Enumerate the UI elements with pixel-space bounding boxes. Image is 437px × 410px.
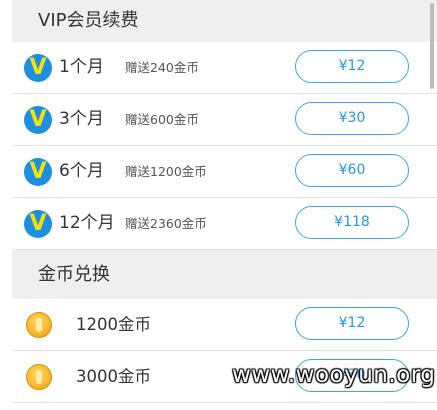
watermark-text: www.wooyun.org	[232, 362, 436, 388]
coin-item-row: 1200金币 ¥12	[12, 299, 437, 351]
vip-plan-row: V 3个月 赠送600金币 ¥30	[12, 94, 437, 146]
vip-v-icon: V	[24, 210, 52, 238]
coin-amount: 1200金币	[76, 315, 151, 334]
plan-gift: 赠送2360金币	[125, 216, 207, 231]
vip-section-header: VIP会员续费	[12, 0, 437, 42]
plan-gift: 赠送600金币	[125, 112, 199, 127]
price-button[interactable]: ¥118	[295, 206, 409, 239]
vip-v-icon: V	[24, 106, 52, 134]
plan-gift: 赠送240金币	[125, 60, 199, 75]
vip-plan-row: V 1个月 赠送240金币 ¥12	[12, 42, 437, 94]
plan-duration: 1个月	[59, 57, 104, 77]
vip-v-icon: V	[24, 54, 52, 82]
plan-duration: 6个月	[59, 161, 104, 181]
price-button[interactable]: ¥30	[295, 102, 409, 135]
price-button[interactable]: ¥12	[295, 307, 409, 340]
plan-duration: 12个月	[59, 213, 115, 233]
vip-section-title: VIP会员续费	[38, 10, 139, 31]
coin-amount: 3000金币	[76, 367, 151, 386]
vip-plan-row: V 6个月 赠送1200金币 ¥60	[12, 146, 437, 198]
coin-section-header: 金币兑换	[12, 250, 437, 299]
gold-coin-icon	[26, 312, 52, 338]
vip-v-icon: V	[24, 158, 52, 186]
price-button[interactable]: ¥12	[295, 50, 409, 83]
price-button[interactable]: ¥60	[295, 154, 409, 187]
scrollbar[interactable]	[430, 3, 434, 89]
recharge-page: VIP会员续费 V 1个月 赠送240金币 ¥12 V 3个月 赠送600金币 …	[12, 0, 437, 410]
coin-section-title: 金币兑换	[38, 264, 110, 285]
plan-duration: 3个月	[59, 109, 104, 129]
gold-coin-icon	[26, 364, 52, 390]
plan-gift: 赠送1200金币	[125, 164, 207, 179]
vip-plan-row: V 12个月 赠送2360金币 ¥118	[12, 198, 437, 250]
